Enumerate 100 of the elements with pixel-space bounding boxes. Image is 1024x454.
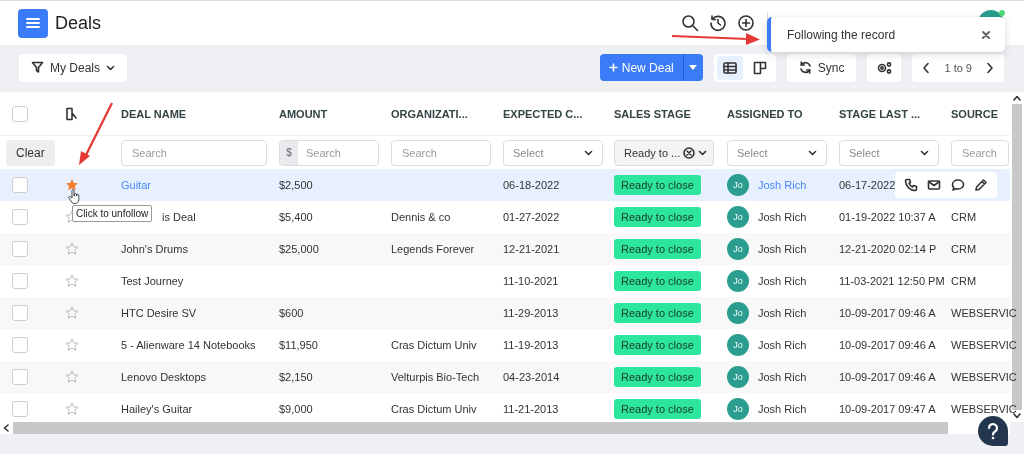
column-header[interactable]: STAGE LAST ... [839,107,921,120]
edit-icon[interactable] [974,178,989,192]
row-checkbox[interactable] [12,369,28,385]
source: CRM [951,275,977,287]
source: WEBSERVIC [951,307,1017,319]
stage-date: 12-21-2020 02:14 P [839,243,937,255]
chat-icon[interactable] [950,178,965,192]
user-name: Josh Rich [758,371,807,383]
settings-button[interactable] [867,53,902,82]
row-checkbox[interactable] [12,241,28,257]
chevron-down-icon [698,149,708,156]
row-checkbox[interactable] [12,401,28,417]
filter-icon [31,61,44,74]
clear-button[interactable]: Clear [6,139,55,166]
search-icon[interactable] [681,14,699,32]
select-all-checkbox[interactable] [12,105,28,122]
search-field[interactable]: Search [391,139,491,166]
column-header[interactable]: EXPECTED C... [503,107,583,120]
column-header[interactable]: SALES STAGE [614,107,691,120]
page-title: Deals [55,12,102,34]
stage-date: 10-09-2017 09:46 A [839,371,936,383]
row-checkbox[interactable] [12,273,28,289]
row-checkbox[interactable] [12,337,28,353]
column-header[interactable]: SOURCE [951,107,999,120]
source: WEBSERVIC [951,403,1017,415]
chevron-down-icon [584,149,593,156]
select-dropdown[interactable]: Ready to ... [614,139,714,166]
table-icon [722,61,737,74]
chevron-up-icon [1013,95,1021,101]
star-icon[interactable] [65,178,79,192]
select-placeholder: Select [737,146,768,159]
deal-name: 5 - Alienware 14 Notebooks [121,339,256,351]
search-field[interactable]: Search [121,139,267,166]
table-view-button[interactable] [716,55,743,80]
user-avatar: Jo [727,398,749,420]
stage-date: 10-09-2017 09:46 A [839,307,936,319]
stage-tag: Ready to close [614,335,701,355]
add-icon[interactable] [737,14,755,32]
organization: Cras Dictum Univ [391,339,477,351]
star-outline-icon[interactable] [65,370,79,384]
phone-icon[interactable] [903,178,918,192]
caret-down-icon [689,65,698,70]
chevron-down-icon [1013,413,1021,419]
column-header[interactable]: ASSIGNED TO [727,107,803,120]
source: WEBSERVIC [951,371,1017,383]
tooltip: Click to unfollow [72,205,153,222]
user-name: Josh Rich [758,275,807,287]
select-dropdown[interactable]: Select [839,139,939,166]
plus-icon [608,63,618,72]
organization: Dennis & co [391,211,451,223]
help-button[interactable] [978,416,1008,446]
chevron-left-icon [3,424,9,432]
user-avatar: Jo [727,238,749,260]
chevron-left-icon[interactable] [922,61,931,74]
close-icon[interactable] [981,29,991,40]
stage-tag: Ready to close [614,239,701,259]
source: CRM [951,243,977,255]
menu-icon [26,17,40,29]
clear-icon[interactable] [683,146,696,159]
stage-date: 11-03-2021 12:50 PM [839,275,945,287]
star-outline-icon[interactable] [65,242,79,256]
email-icon[interactable] [927,178,942,192]
select-dropdown[interactable]: Select [727,139,827,166]
hand-cursor-icon [68,189,80,205]
column-header[interactable]: ORGANIZATI... [391,107,468,120]
sync-button[interactable]: Sync [786,53,857,82]
column-header[interactable]: DEAL NAME [121,107,187,120]
amount: $25,000 [279,243,319,255]
user-avatar: Jo [727,206,749,228]
menu-button[interactable] [18,8,48,38]
board-icon [752,60,767,75]
filter-dropdown[interactable]: My Deals [19,53,127,82]
user-avatar: Jo [727,174,749,196]
star-outline-icon[interactable] [65,306,79,320]
new-deal-menu-button[interactable] [682,54,703,81]
organization: Velturpis Bio-Tech [391,371,480,383]
star-outline-icon[interactable] [65,402,79,416]
expected-close-date: 11-29-2013 [503,307,559,319]
row-checkbox[interactable] [12,177,28,193]
deal-name: is Deal [162,211,196,223]
column-header[interactable]: AMOUNT [279,107,328,120]
online-dot [999,10,1005,16]
chevron-right-icon[interactable] [986,61,994,74]
user-name: Josh Rich [758,211,807,223]
new-deal-button[interactable]: New Deal [599,54,683,81]
star-outline-icon[interactable] [65,338,79,352]
select-dropdown[interactable]: Select [503,139,603,166]
amount-search-field[interactable]: $ Search [279,139,379,166]
search-field[interactable]: Search [951,139,1009,166]
settings-icon [876,60,893,75]
row-checkbox[interactable] [12,209,28,225]
expected-close-date: 12-21-2021 [503,243,560,255]
user-name: Josh Rich [758,243,807,255]
deal-name: John's Drums [121,243,188,255]
star-outline-icon[interactable] [65,274,79,288]
row-checkbox[interactable] [12,305,28,321]
expected-close-date: 11-19-2013 [503,339,559,351]
history-icon[interactable] [709,14,727,32]
horizontal-scrollbar[interactable] [0,422,1010,434]
organization: Cras Dictum Univ [391,403,477,415]
